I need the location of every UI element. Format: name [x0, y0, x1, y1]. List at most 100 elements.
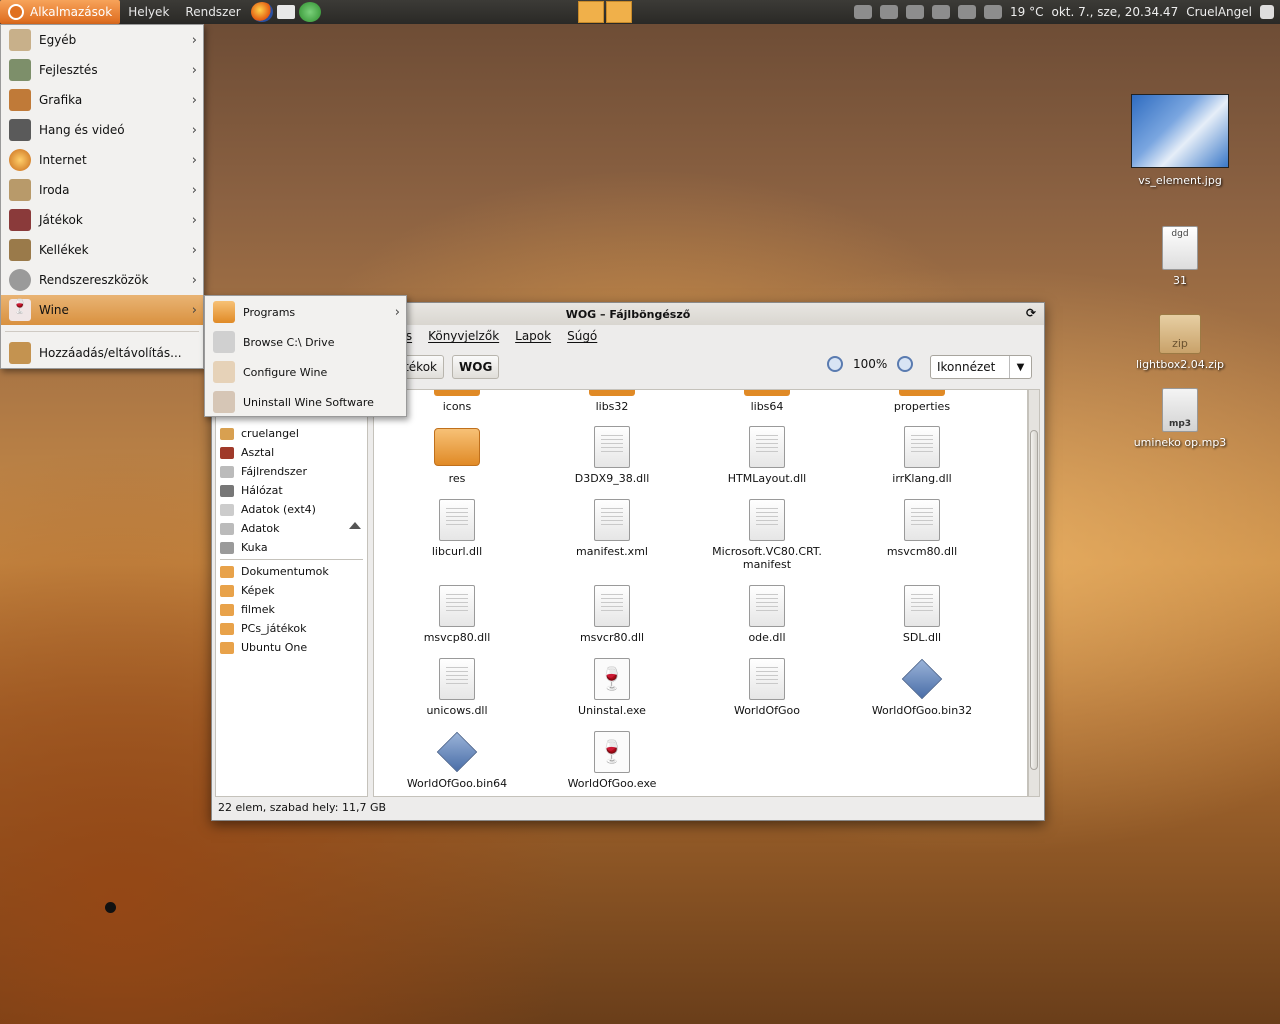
home-icon: [220, 427, 234, 440]
messenger-icon[interactable]: [298, 2, 321, 22]
desktop-icon-umineko-mp3[interactable]: mp3 umineko op.mp3: [1130, 388, 1230, 449]
document-icon: [749, 585, 785, 627]
sidebar-item-adatok[interactable]: Adatok: [216, 519, 367, 538]
file-item[interactable]: res: [382, 426, 532, 485]
network-folder-icon: [220, 484, 234, 497]
weather-label[interactable]: 19 °C: [1010, 5, 1043, 19]
document-icon: [594, 426, 630, 468]
sidebar-item-pcs-jatekok[interactable]: PCs_játékok: [216, 619, 367, 638]
chevron-down-icon[interactable]: ▼: [1009, 356, 1031, 378]
workspace-1[interactable]: [578, 1, 604, 23]
menu-applications[interactable]: Alkalmazások: [0, 0, 121, 24]
menu-item-grafika[interactable]: Grafika ›: [1, 85, 203, 115]
desktop-icon-vs-element[interactable]: vs_element.jpg: [1128, 94, 1232, 187]
file-item[interactable]: D3DX9_38.dll: [537, 426, 687, 485]
trash-icon[interactable]: [984, 5, 1003, 19]
chat-icon[interactable]: [880, 5, 899, 19]
sidebar-item-pictures[interactable]: Képek: [216, 581, 367, 600]
system-tools-gear-icon: [9, 269, 31, 291]
file-item[interactable]: WorldOfGoo.bin32: [847, 658, 997, 717]
desktop-icon-text-file[interactable]: dgd 31: [1140, 226, 1220, 287]
file-item[interactable]: SDL.dll: [847, 585, 997, 644]
menu-item-egyeb[interactable]: Egyéb ›: [1, 25, 203, 55]
menu-places[interactable]: Helyek: [120, 0, 177, 24]
file-item[interactable]: libs64: [692, 390, 842, 413]
menu-item-rendszereszkozok[interactable]: Rendszereszközök ›: [1, 265, 203, 295]
zoom-out-icon[interactable]: [827, 356, 843, 372]
menu-help[interactable]: Súgó: [567, 329, 597, 343]
workspace-switcher[interactable]: [578, 1, 632, 23]
file-item[interactable]: Microsoft.VC80.CRT. manifest: [692, 499, 842, 571]
wine-glass-icon: 🍷: [594, 658, 630, 700]
sidebar-item-documents[interactable]: Dokumentumok: [216, 562, 367, 581]
file-item[interactable]: libcurl.dll: [382, 499, 532, 558]
menu-item-iroda[interactable]: Iroda ›: [1, 175, 203, 205]
file-item[interactable]: manifest.xml: [537, 499, 687, 558]
text-file-icon: dgd: [1162, 226, 1198, 270]
wine-config-icon: [213, 361, 235, 383]
messaging-icon[interactable]: [854, 5, 873, 19]
file-item[interactable]: libs32: [537, 390, 687, 413]
sidebar-item-network[interactable]: Hálózat: [216, 481, 367, 500]
sidebar-item-filesystem[interactable]: Fájlrendszer: [216, 462, 367, 481]
folder-icon: [220, 622, 234, 635]
folder-icon: [899, 390, 945, 396]
menu-item-kellekek[interactable]: Kellékek ›: [1, 235, 203, 265]
document-icon: [439, 585, 475, 627]
menu-item-add-remove[interactable]: Hozzáadás/eltávolítás...: [1, 338, 203, 368]
file-item[interactable]: ode.dll: [692, 585, 842, 644]
desktop-icon: [220, 446, 234, 459]
vertical-scrollbar[interactable]: [1028, 389, 1040, 797]
breadcrumb-wog[interactable]: WOG: [452, 355, 500, 379]
network-icon[interactable]: [906, 5, 925, 19]
sidebar-item-ubuntu-one[interactable]: Ubuntu One: [216, 638, 367, 657]
file-item[interactable]: 🍷 Uninstal.exe: [537, 658, 687, 717]
volume-icon[interactable]: [932, 5, 951, 19]
file-item[interactable]: msvcr80.dll: [537, 585, 687, 644]
menu-tabs[interactable]: Lapok: [515, 329, 551, 343]
sidebar-item-desktop[interactable]: Asztal: [216, 443, 367, 462]
file-item[interactable]: unicows.dll: [382, 658, 532, 717]
sidebar-item-home[interactable]: cruelangel: [216, 424, 367, 443]
audio-file-icon: mp3: [1162, 388, 1198, 432]
desktop-icon-lightbox-zip[interactable]: zip lightbox2.04.zip: [1130, 314, 1230, 371]
sidebar-item-adatok-ext4[interactable]: Adatok (ext4): [216, 500, 367, 519]
file-item[interactable]: irrKlang.dll: [847, 426, 997, 485]
sidebar-item-trash[interactable]: Kuka: [216, 538, 367, 557]
file-item[interactable]: WorldOfGoo: [692, 658, 842, 717]
menu-system[interactable]: Rendszer: [177, 0, 248, 24]
workspace-2[interactable]: [606, 1, 632, 23]
zoom-in-icon[interactable]: [897, 356, 914, 372]
user-icon[interactable]: [1260, 5, 1274, 19]
menu-item-jatekok[interactable]: Játékok ›: [1, 205, 203, 235]
view-mode-select[interactable]: Ikonnézet ▼: [930, 355, 1032, 379]
file-item[interactable]: properties: [847, 390, 997, 413]
file-item[interactable]: HTMLayout.dll: [692, 426, 842, 485]
wine-menu-uninstall[interactable]: Uninstall Wine Software: [205, 387, 406, 417]
menu-item-hang-es-video[interactable]: Hang és videó ›: [1, 115, 203, 145]
wine-menu-programs[interactable]: Programs ›: [205, 297, 406, 327]
file-item[interactable]: msvcm80.dll: [847, 499, 997, 558]
mail-icon[interactable]: [276, 5, 295, 19]
folder-icon: [220, 603, 234, 616]
sidebar-item-filmek[interactable]: filmek: [216, 600, 367, 619]
menu-bookmarks[interactable]: Könyvjelzők: [428, 329, 499, 343]
file-item[interactable]: msvcp80.dll: [382, 585, 532, 644]
wine-menu-configure-wine[interactable]: Configure Wine: [205, 357, 406, 387]
chevron-right-icon: ›: [191, 32, 197, 48]
file-item[interactable]: WorldOfGoo.bin64: [382, 731, 532, 790]
wine-menu-browse-c-drive[interactable]: Browse C:\ Drive: [205, 327, 406, 357]
eject-icon[interactable]: [349, 522, 361, 529]
window-control-icon[interactable]: ⟳: [1026, 306, 1036, 320]
zip-archive-icon: zip: [1159, 314, 1201, 354]
scrollbar-thumb[interactable]: [1030, 430, 1038, 770]
clock[interactable]: okt. 7., sze, 20.34.47: [1052, 5, 1179, 19]
file-item[interactable]: 🍷 WorldOfGoo.exe: [537, 731, 687, 790]
menu-item-internet[interactable]: Internet ›: [1, 145, 203, 175]
menu-item-fejlesztes[interactable]: Fejlesztés ›: [1, 55, 203, 85]
wine-glass-icon: 🍷: [9, 299, 31, 321]
firefox-icon[interactable]: [250, 2, 273, 22]
menu-item-wine[interactable]: 🍷 Wine ›: [1, 295, 203, 325]
envelope-icon[interactable]: [958, 5, 977, 19]
user-menu[interactable]: CruelAngel: [1186, 5, 1252, 19]
